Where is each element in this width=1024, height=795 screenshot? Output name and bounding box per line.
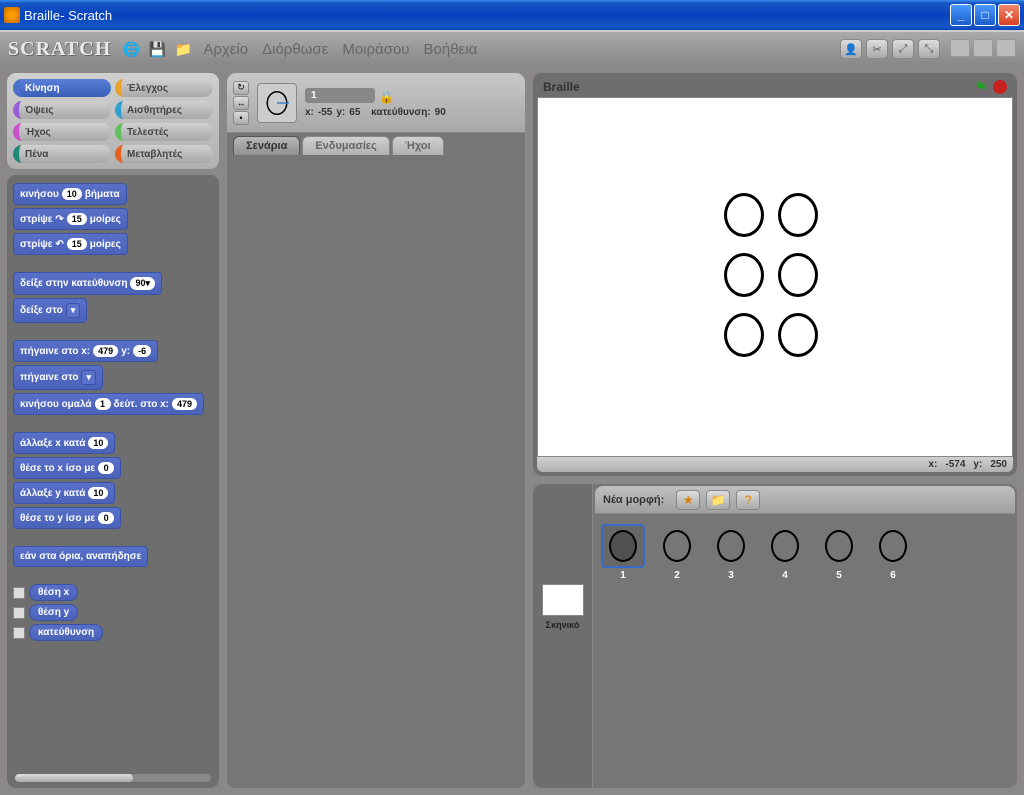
- sprite-name-input[interactable]: 1: [305, 88, 375, 103]
- blocks-palette: κινήσου10βήματα στρίψε ↷15μοίρες στρίψε …: [6, 174, 220, 789]
- stage-content: [724, 193, 826, 361]
- stage-thumbnail-label: Σκηνικό: [546, 620, 580, 630]
- menu-edit[interactable]: Διόρθωσε: [262, 41, 328, 58]
- block-change-x[interactable]: άλλαξε x κατά10: [13, 432, 115, 454]
- rotation-flip-icon[interactable]: ↔: [233, 96, 249, 110]
- stop-icon[interactable]: [993, 80, 1007, 94]
- category-pen[interactable]: Πένα: [13, 145, 111, 163]
- open-icon[interactable]: 📁: [173, 39, 193, 59]
- choose-sprite-file-icon[interactable]: 📁: [706, 490, 730, 510]
- category-motion[interactable]: Κίνηση: [13, 79, 111, 97]
- window-title: Braille- Scratch: [24, 8, 950, 23]
- sprite-item-3[interactable]: 3: [709, 524, 753, 581]
- minimize-button[interactable]: _: [950, 4, 972, 26]
- sprite-item-5[interactable]: 5: [817, 524, 861, 581]
- category-looks[interactable]: Όψεις: [13, 101, 111, 119]
- editor-tabs: Σενάρια Ενδυμασίες Ήχοι: [227, 133, 525, 155]
- reporter-direction[interactable]: κατεύθυνση: [13, 624, 213, 641]
- app-icon: [4, 7, 20, 23]
- category-variables[interactable]: Μεταβλητές: [115, 145, 213, 163]
- surprise-sprite-icon[interactable]: ?: [736, 490, 760, 510]
- language-icon[interactable]: 🌐: [121, 39, 141, 59]
- sprite-list: 1 2 3 4 5 6: [593, 516, 1017, 788]
- block-goto-xy[interactable]: πήγαινε στο x:479y:-6: [13, 340, 158, 362]
- menu-share[interactable]: Μοιράσου: [342, 41, 409, 58]
- scratch-logo: SCRATCH: [8, 38, 111, 61]
- close-button[interactable]: ✕: [998, 4, 1020, 26]
- palette-scrollbar[interactable]: [15, 774, 211, 782]
- main-toolbar: SCRATCH 🌐 💾 📁 Αρχείο Διόρθωσε Μοιράσου Β…: [0, 30, 1024, 66]
- view-normal-stage-icon[interactable]: [973, 39, 993, 57]
- tab-sounds[interactable]: Ήχοι: [392, 136, 444, 155]
- block-change-y[interactable]: άλλαξε y κατά10: [13, 482, 115, 504]
- green-flag-icon[interactable]: ⚑: [974, 79, 987, 96]
- block-turn-cw[interactable]: στρίψε ↷15μοίρες: [13, 208, 128, 230]
- new-sprite-label: Νέα μορφή:: [603, 494, 664, 506]
- category-operators[interactable]: Τελεστές: [115, 123, 213, 141]
- block-set-y[interactable]: θέσε το y ίσο με0: [13, 507, 121, 529]
- block-goto[interactable]: πήγαινε στο▾: [13, 365, 103, 390]
- block-point-towards[interactable]: δείξε στο▾: [13, 298, 87, 323]
- rotation-full-icon[interactable]: ↻: [233, 81, 249, 95]
- window-titlebar: Braille- Scratch _ □ ✕: [0, 0, 1024, 30]
- save-icon[interactable]: 💾: [147, 39, 167, 59]
- mouse-coordinates: x:-574 y:250: [537, 457, 1013, 472]
- lock-icon[interactable]: 🔒: [379, 90, 394, 104]
- project-title: Braille: [543, 80, 974, 94]
- block-if-edge-bounce[interactable]: εάν στα όρια, αναπήδησε: [13, 546, 148, 567]
- stage[interactable]: [537, 97, 1013, 457]
- stage-container: Braille ⚑ x:-574 y:250: [532, 72, 1018, 477]
- menu-help[interactable]: Βοήθεια: [424, 41, 478, 58]
- tab-scripts[interactable]: Σενάρια: [233, 136, 300, 155]
- stamp-tool-icon[interactable]: 👤: [840, 39, 862, 59]
- view-small-stage-icon[interactable]: [950, 39, 970, 57]
- scripts-area[interactable]: [227, 155, 525, 788]
- sprite-item-4[interactable]: 4: [763, 524, 807, 581]
- shrink-tool-icon[interactable]: ⤡: [918, 39, 940, 59]
- paint-new-sprite-icon[interactable]: ★: [676, 490, 700, 510]
- block-point-direction[interactable]: δείξε στην κατεύθυνση90▾: [13, 272, 162, 295]
- sprite-item-6[interactable]: 6: [871, 524, 915, 581]
- block-set-x[interactable]: θέσε το x ίσο με0: [13, 457, 121, 479]
- category-sound[interactable]: Ήχος: [13, 123, 111, 141]
- current-sprite-thumbnail: [257, 83, 297, 123]
- cut-tool-icon[interactable]: ✂: [866, 39, 888, 59]
- block-glide[interactable]: κινήσου ομαλά1δεύτ. στο x:479: [13, 393, 204, 415]
- block-move-steps[interactable]: κινήσου10βήματα: [13, 183, 127, 205]
- maximize-button[interactable]: □: [974, 4, 996, 26]
- reporter-x-position[interactable]: θέση x: [13, 584, 213, 601]
- sprite-info-header: ↻ ↔ • 1 🔒 x:-55 y:65 κατεύθυνση:90: [227, 73, 525, 133]
- block-turn-ccw[interactable]: στρίψε ↶15μοίρες: [13, 233, 128, 255]
- sprite-item-2[interactable]: 2: [655, 524, 699, 581]
- grow-tool-icon[interactable]: ⤢: [892, 39, 914, 59]
- block-categories: Κίνηση Έλεγχος Όψεις Αισθητήρες Ήχος Τελ…: [6, 72, 220, 170]
- reporter-y-position[interactable]: θέση y: [13, 604, 213, 621]
- sprite-item-1[interactable]: 1: [601, 524, 645, 581]
- stage-thumbnail[interactable]: [542, 584, 584, 616]
- category-sensing[interactable]: Αισθητήρες: [115, 101, 213, 119]
- view-present-icon[interactable]: [996, 39, 1016, 57]
- menu-file[interactable]: Αρχείο: [203, 41, 248, 58]
- tab-costumes[interactable]: Ενδυμασίες: [302, 136, 390, 155]
- rotation-none-icon[interactable]: •: [233, 111, 249, 125]
- category-control[interactable]: Έλεγχος: [115, 79, 213, 97]
- sprites-panel: Σκηνικό Νέα μορφή: ★ 📁 ? 1 2 3 4 5 6: [532, 483, 1018, 789]
